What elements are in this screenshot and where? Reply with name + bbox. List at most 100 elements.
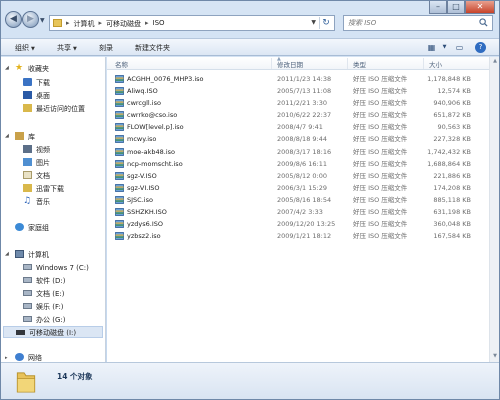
forward-button[interactable]: ▶ bbox=[22, 11, 39, 28]
sidebar-item-drive-f[interactable]: 娱乐 (F:) bbox=[23, 301, 64, 313]
file-name: ACGHH_0076_MHP3.iso bbox=[127, 75, 204, 83]
file-size: 940,906 KB bbox=[433, 99, 471, 108]
column-name[interactable]: 名称 bbox=[115, 59, 128, 69]
sidebar-item-documents[interactable]: 文档 bbox=[23, 170, 50, 182]
table-row[interactable]: sgz-V.ISO 2005/8/12 0:00 好压 ISO 压缩文件 221,88… bbox=[107, 170, 499, 182]
organize-button[interactable]: 组织 ▼ bbox=[15, 43, 35, 53]
file-date: 2005/7/13 11:08 bbox=[277, 87, 332, 96]
sidebar-homegroup[interactable]: 家庭组 bbox=[15, 222, 49, 234]
file-size: 1,742,432 KB bbox=[427, 147, 471, 156]
table-row[interactable]: sgz-VI.ISO 2006/3/1 15:29 好压 ISO 压缩文件 174,2… bbox=[107, 182, 499, 194]
sidebar-item-removable-disk-i[interactable]: 可移动磁盘 (I:) bbox=[3, 326, 103, 338]
sidebar-item-videos[interactable]: 视频 bbox=[23, 144, 50, 156]
sidebar-item-drive-d[interactable]: 软件 (D:) bbox=[23, 275, 65, 287]
minimize-button[interactable]: – bbox=[429, 1, 447, 14]
table-row[interactable]: Aliwq.ISO 2005/7/13 11:08 好压 ISO 压缩文件 12,57… bbox=[107, 85, 499, 97]
table-row[interactable]: mcwy.iso 2008/8/18 9:44 好压 ISO 压缩文件 227,328… bbox=[107, 133, 499, 145]
iso-archive-icon bbox=[115, 171, 124, 180]
file-name: Aliwq.ISO bbox=[127, 87, 158, 96]
view-dropdown-icon[interactable]: ▼ bbox=[438, 41, 451, 54]
breadcrumb-computer[interactable]: 计算机 bbox=[74, 19, 95, 29]
table-row[interactable]: SJSC.iso 2005/8/16 18:54 好压 ISO 压缩文件 885,11… bbox=[107, 194, 499, 206]
column-date[interactable]: 修改日期 bbox=[277, 59, 303, 69]
view-options-icon[interactable]: ▦ bbox=[425, 41, 438, 54]
burn-button[interactable]: 刻录 bbox=[99, 43, 113, 53]
table-row[interactable]: cwrrko@cso.iso 2010/6/22 22:37 好压 ISO 压缩文件… bbox=[107, 109, 499, 121]
column-size[interactable]: 大小 bbox=[429, 59, 442, 69]
file-list: 名称 ▲ 修改日期 类型 大小 ACGHH_0076_MHP3.iso 2011/… bbox=[107, 56, 499, 362]
column-divider[interactable] bbox=[271, 58, 272, 69]
sidebar-computer[interactable]: 计算机 bbox=[15, 249, 49, 261]
iso-archive-icon bbox=[115, 75, 124, 83]
column-type[interactable]: 类型 bbox=[353, 59, 366, 69]
scroll-down-icon[interactable]: ▼ bbox=[491, 353, 499, 361]
breadcrumb-separator[interactable]: ▸ bbox=[145, 19, 149, 29]
sidebar-item-drive-g[interactable]: 办公 (G:) bbox=[23, 314, 65, 326]
column-divider[interactable] bbox=[423, 58, 424, 69]
scroll-up-icon[interactable]: ▲ bbox=[491, 58, 499, 66]
iso-archive-icon bbox=[115, 208, 124, 216]
file-type: 好压 ISO 压缩文件 bbox=[353, 195, 408, 204]
sidebar-item-music[interactable]: ♫ 音乐 bbox=[23, 196, 50, 208]
file-date: 2011/1/23 14:38 bbox=[277, 75, 332, 83]
table-row[interactable]: ncp-momscht.iso 2009/8/6 16:11 好压 ISO 压缩文件… bbox=[107, 158, 499, 170]
drive-icon bbox=[23, 290, 32, 296]
recent-pages-dropdown[interactable]: ▼ bbox=[40, 17, 45, 24]
sidebar-item-recent-places[interactable]: 最近访问的位置 bbox=[23, 103, 85, 115]
sidebar-network[interactable]: 网络 bbox=[15, 352, 42, 362]
sidebar-label: 库 bbox=[28, 133, 35, 141]
breadcrumb-separator[interactable]: ▸ bbox=[99, 19, 103, 29]
iso-archive-icon bbox=[115, 87, 124, 95]
back-button[interactable]: ◀ bbox=[5, 11, 22, 28]
table-row[interactable]: ACGHH_0076_MHP3.iso 2011/1/23 14:38 好压 ISO… bbox=[107, 73, 499, 85]
preview-pane-icon[interactable]: ▭ bbox=[453, 41, 466, 54]
table-row[interactable]: yzbsz2.iso 2009/1/21 18:12 好压 ISO 压缩文件 167,… bbox=[107, 230, 499, 242]
file-type: 好压 ISO 压缩文件 bbox=[353, 111, 408, 120]
sidebar-item-pictures[interactable]: 图片 bbox=[23, 157, 50, 169]
vertical-scrollbar[interactable]: ▲ ▼ bbox=[489, 57, 499, 362]
new-folder-button[interactable]: 新建文件夹 bbox=[135, 43, 170, 53]
share-button[interactable]: 共享 ▼ bbox=[57, 43, 77, 53]
collapse-icon[interactable]: ◢ bbox=[5, 65, 9, 71]
sidebar-item-drive-e[interactable]: 文档 (E:) bbox=[23, 288, 64, 300]
file-name: FLOW[level.p].iso bbox=[127, 123, 184, 132]
table-row[interactable]: SSHZKH.ISO 2007/4/2 3:33 好压 ISO 压缩文件 631,19… bbox=[107, 206, 499, 218]
sidebar-label: 图片 bbox=[36, 159, 50, 167]
address-bar[interactable]: ▸ 计算机 ▸ 可移动磁盘 ▸ ISO ▼ ↻ bbox=[49, 15, 335, 31]
file-size: 174,208 KB bbox=[433, 183, 471, 192]
collapse-icon[interactable]: ◢ bbox=[5, 133, 9, 139]
command-bar: 组织 ▼ 共享 ▼ 刻录 新建文件夹 ▦ ▼ ▭ ? bbox=[1, 38, 499, 56]
sidebar-favorites[interactable]: ★ 收藏夹 bbox=[15, 63, 49, 75]
help-icon[interactable]: ? bbox=[475, 42, 486, 53]
close-button[interactable]: ✕ bbox=[465, 1, 495, 14]
file-date: 2008/8/18 9:44 bbox=[277, 135, 327, 144]
refresh-button[interactable]: ↻ bbox=[319, 17, 332, 29]
sidebar-label: 可移动磁盘 (I:) bbox=[29, 329, 77, 337]
pictures-icon bbox=[23, 158, 32, 166]
search-icon[interactable] bbox=[479, 18, 488, 27]
table-row[interactable]: cwrcgll.iso 2011/2/21 3:30 好压 ISO 压缩文件 940,… bbox=[107, 97, 499, 109]
file-size: 1,688,864 KB bbox=[427, 159, 471, 168]
table-row[interactable]: yzdys6.ISO 2009/12/20 13:25 好压 ISO 压缩文件 360… bbox=[107, 218, 499, 230]
address-history-dropdown[interactable]: ▼ bbox=[311, 19, 316, 26]
sidebar-item-xunlei-downloads[interactable]: 迅雷下载 bbox=[23, 183, 64, 195]
breadcrumb-removable-disk[interactable]: 可移动磁盘 bbox=[106, 19, 141, 29]
file-type: 好压 ISO 压缩文件 bbox=[353, 220, 408, 229]
table-row[interactable]: moe-akb48.iso 2008/3/17 18:16 好压 ISO 压缩文件 1… bbox=[107, 146, 499, 158]
sidebar-item-desktop[interactable]: 桌面 bbox=[23, 90, 50, 102]
file-date: 2005/8/16 18:54 bbox=[277, 195, 332, 204]
search-box[interactable] bbox=[343, 15, 493, 31]
sidebar-libraries[interactable]: 库 bbox=[15, 131, 35, 143]
breadcrumb-separator[interactable]: ▸ bbox=[66, 19, 70, 29]
expand-icon[interactable]: ▸ bbox=[5, 355, 8, 361]
sidebar-item-drive-c[interactable]: Windows 7 (C:) bbox=[23, 262, 89, 274]
breadcrumb-iso[interactable]: ISO bbox=[153, 19, 165, 29]
column-divider[interactable] bbox=[347, 58, 348, 69]
search-input[interactable] bbox=[348, 18, 473, 28]
sidebar-item-downloads[interactable]: 下载 bbox=[23, 77, 50, 89]
sidebar-label: 计算机 bbox=[28, 251, 49, 259]
table-row[interactable]: FLOW[level.p].iso 2008/4/7 9:41 好压 ISO 压缩文… bbox=[107, 121, 499, 133]
collapse-icon[interactable]: ◢ bbox=[5, 251, 9, 257]
maximize-button[interactable]: □ bbox=[447, 1, 465, 14]
file-date: 2007/4/2 3:33 bbox=[277, 208, 323, 217]
